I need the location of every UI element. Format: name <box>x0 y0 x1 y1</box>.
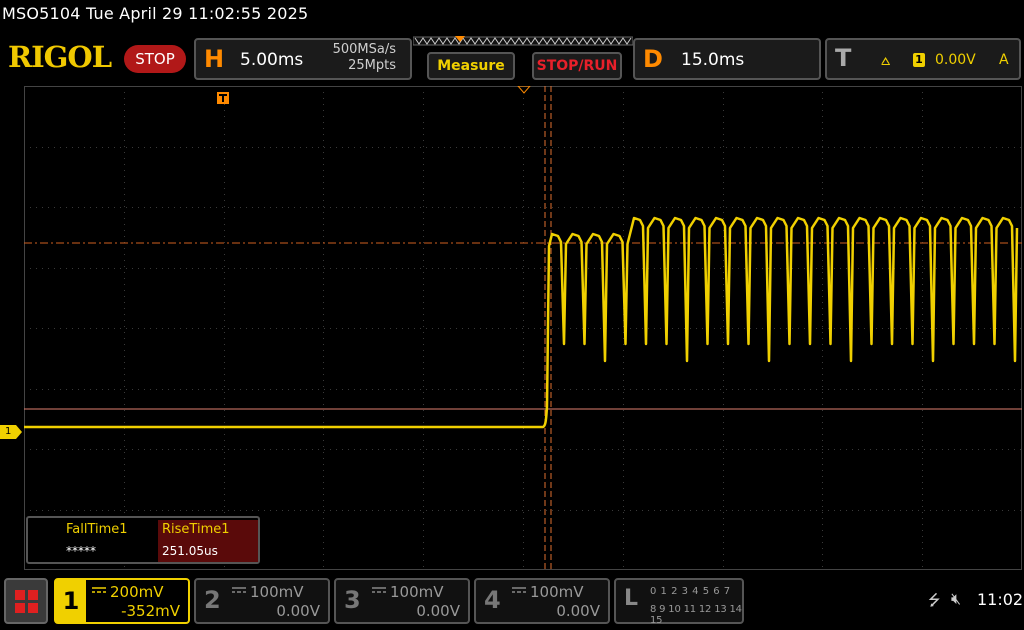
dc-coupling-icon <box>92 587 106 593</box>
delay-value: 15.0ms <box>681 50 745 70</box>
timebase-value: 5.00ms <box>240 50 304 70</box>
memory-depth: 25Mpts <box>348 58 396 73</box>
rise-time-cell: RiseTime1 251.05us <box>158 520 258 562</box>
stop-run-button[interactable]: STOP/RUN <box>532 52 622 80</box>
logic-label: L <box>624 586 639 611</box>
channel-1-waveform <box>24 216 1019 429</box>
channel-2-scale: 100mV <box>250 583 304 601</box>
waveform-display[interactable] <box>24 86 1022 570</box>
delay-panel[interactable]: D 15.0ms <box>633 38 821 80</box>
sample-info: 500MSa/s 25Mpts <box>333 42 396 74</box>
channel-3-offset: 0.00V <box>416 602 460 620</box>
trigger-level: 0.00V <box>935 52 976 68</box>
channel-3-panel[interactable]: 3 100mV 0.00V <box>334 578 470 624</box>
delay-label: D <box>643 45 663 73</box>
run-state-badge[interactable]: STOP <box>124 45 186 73</box>
trigger-panel[interactable]: T ⩟ 1 0.00V A <box>825 38 1021 80</box>
usb-icon: ⭍ <box>928 591 941 609</box>
measure-button[interactable]: Measure <box>427 52 515 80</box>
main-menu-button[interactable] <box>4 578 48 624</box>
channel-4-number: 4 <box>484 586 501 614</box>
channel-3-scale: 100mV <box>390 583 444 601</box>
channel-4-panel[interactable]: 4 100mV 0.00V <box>474 578 610 624</box>
channel-2-number: 2 <box>204 586 221 614</box>
trigger-position-marker-icon <box>517 86 531 94</box>
sample-rate: 500MSa/s <box>332 42 396 57</box>
channel-1-scale: 200mV <box>110 583 164 601</box>
fall-time-value: ***** <box>66 544 96 558</box>
horizontal-panel[interactable]: H 5.00ms 500MSa/s 25Mpts <box>194 38 412 80</box>
dc-coupling-icon <box>512 587 526 593</box>
channel-2-offset: 0.00V <box>276 602 320 620</box>
trigger-source-badge: 1 <box>913 53 925 67</box>
rising-edge-icon: ⩟ <box>881 51 891 69</box>
system-clock: 11:02 <box>977 590 1024 609</box>
dc-coupling-icon <box>232 587 246 593</box>
channel-3-number: 3 <box>344 586 361 614</box>
status-line: MSO5104 Tue April 29 11:02:55 2025 <box>2 4 309 23</box>
rise-time-label: RiseTime1 <box>162 522 230 537</box>
rise-time-value: 251.05us <box>162 544 218 558</box>
channel-1-marker-label: 1 <box>5 426 12 437</box>
rigol-logo: RIGOL <box>8 40 112 74</box>
dc-coupling-icon <box>372 587 386 593</box>
channel-1-number: 1 <box>56 580 86 622</box>
channel-1-panel[interactable]: 1 200mV -352mV <box>54 578 190 624</box>
fall-time-label: FallTime1 <box>66 522 128 537</box>
time-reference-marker-icon <box>217 92 229 104</box>
trigger-label: T <box>835 44 852 72</box>
memory-position-bar <box>413 36 633 46</box>
channel-2-panel[interactable]: 2 100mV 0.00V <box>194 578 330 624</box>
channel-1-offset: -352mV <box>121 602 180 620</box>
channel-4-scale: 100mV <box>530 583 584 601</box>
horizontal-label: H <box>204 45 225 73</box>
logic-channels-high: 8 9 10 11 12 13 14 15 <box>650 604 742 626</box>
speaker-muted-icon[interactable]: 🔇︎ <box>951 589 961 609</box>
measurement-panel[interactable]: FallTime1 ***** RiseTime1 251.05us <box>26 516 260 564</box>
logic-channels-low: 0 1 2 3 4 5 6 7 <box>650 586 731 597</box>
grid-menu-icon <box>15 590 38 613</box>
logic-analyzer-panel[interactable]: L 0 1 2 3 4 5 6 7 8 9 10 11 12 13 14 15 <box>614 578 744 626</box>
trigger-mode: A <box>999 52 1009 68</box>
channel-4-offset: 0.00V <box>556 602 600 620</box>
